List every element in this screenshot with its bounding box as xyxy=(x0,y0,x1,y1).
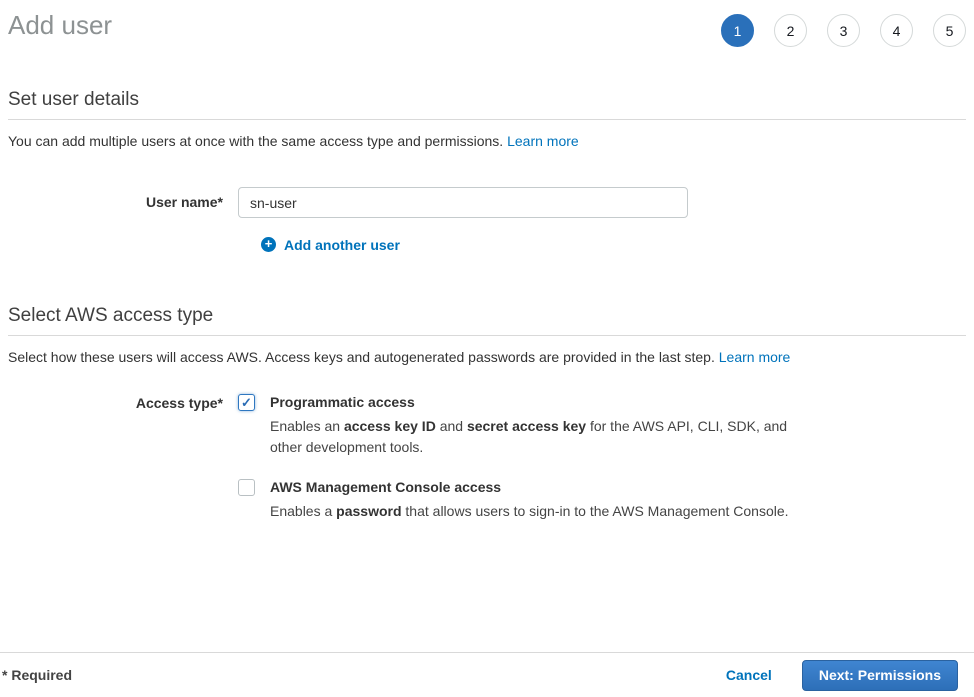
step-circle-3: 3 xyxy=(827,14,860,47)
console-access-checkbox[interactable] xyxy=(238,479,255,496)
user-details-description: You can add multiple users at once with … xyxy=(8,133,966,150)
section-divider xyxy=(8,335,966,336)
access-type-label: Access type* xyxy=(8,394,238,522)
desc-segment: Enables an xyxy=(270,418,344,434)
console-access-label[interactable]: AWS Management Console access xyxy=(270,479,789,496)
step-indicator: 1 2 3 4 5 xyxy=(721,14,966,47)
add-another-user-row: + Add another user xyxy=(8,235,966,253)
access-type-options: ✓ Programmatic access Enables an access … xyxy=(238,394,795,522)
step-circle-4: 4 xyxy=(880,14,913,47)
desc-segment-bold: password xyxy=(336,503,401,519)
programmatic-access-option: ✓ Programmatic access Enables an access … xyxy=(238,394,795,458)
page-title: Add user xyxy=(8,9,112,41)
desc-segment-bold: secret access key xyxy=(467,418,586,434)
section-divider xyxy=(8,119,966,120)
access-type-description: Select how these users will access AWS. … xyxy=(8,349,966,366)
username-row: User name* xyxy=(8,187,966,218)
select-access-type-heading: Select AWS access type xyxy=(8,305,966,327)
learn-more-link[interactable]: Learn more xyxy=(507,133,579,149)
next-permissions-button[interactable]: Next: Permissions xyxy=(802,660,958,691)
wizard-footer: * Required Cancel Next: Permissions xyxy=(0,652,974,697)
step-circle-1: 1 xyxy=(721,14,754,47)
required-text: Required xyxy=(11,667,72,683)
desc-segment: that allows users to sign-in to the AWS … xyxy=(402,503,789,519)
programmatic-access-label[interactable]: Programmatic access xyxy=(270,394,795,411)
set-user-details-heading: Set user details xyxy=(8,89,966,111)
cancel-button[interactable]: Cancel xyxy=(726,667,772,683)
learn-more-link[interactable]: Learn more xyxy=(719,349,791,365)
option-text: Programmatic access Enables an access ke… xyxy=(270,394,795,458)
plus-circle-icon: + xyxy=(261,237,276,252)
username-input[interactable] xyxy=(238,187,688,218)
page-header: Add user 1 2 3 4 5 xyxy=(8,0,966,47)
add-another-user-label: Add another user xyxy=(284,237,400,253)
access-type-row: Access type* ✓ Programmatic access Enabl… xyxy=(8,394,966,522)
option-text: AWS Management Console access Enables a … xyxy=(270,479,789,522)
check-icon: ✓ xyxy=(241,396,252,409)
console-access-option: AWS Management Console access Enables a … xyxy=(238,479,795,522)
step-circle-2: 2 xyxy=(774,14,807,47)
username-label: User name* xyxy=(8,187,238,218)
user-details-description-text: You can add multiple users at once with … xyxy=(8,133,507,149)
step-circle-5: 5 xyxy=(933,14,966,47)
add-another-user-button[interactable]: + Add another user xyxy=(261,237,400,253)
access-type-description-text: Select how these users will access AWS. … xyxy=(8,349,719,365)
console-access-description: Enables a password that allows users to … xyxy=(270,501,789,522)
desc-segment: and xyxy=(436,418,467,434)
programmatic-access-checkbox[interactable]: ✓ xyxy=(238,394,255,411)
required-note: * Required xyxy=(8,667,72,683)
required-asterisk: * xyxy=(2,667,7,683)
programmatic-access-description: Enables an access key ID and secret acce… xyxy=(270,416,795,458)
add-user-page: Add user 1 2 3 4 5 Set user details You … xyxy=(0,0,974,522)
desc-segment: Enables a xyxy=(270,503,336,519)
desc-segment-bold: access key ID xyxy=(344,418,436,434)
